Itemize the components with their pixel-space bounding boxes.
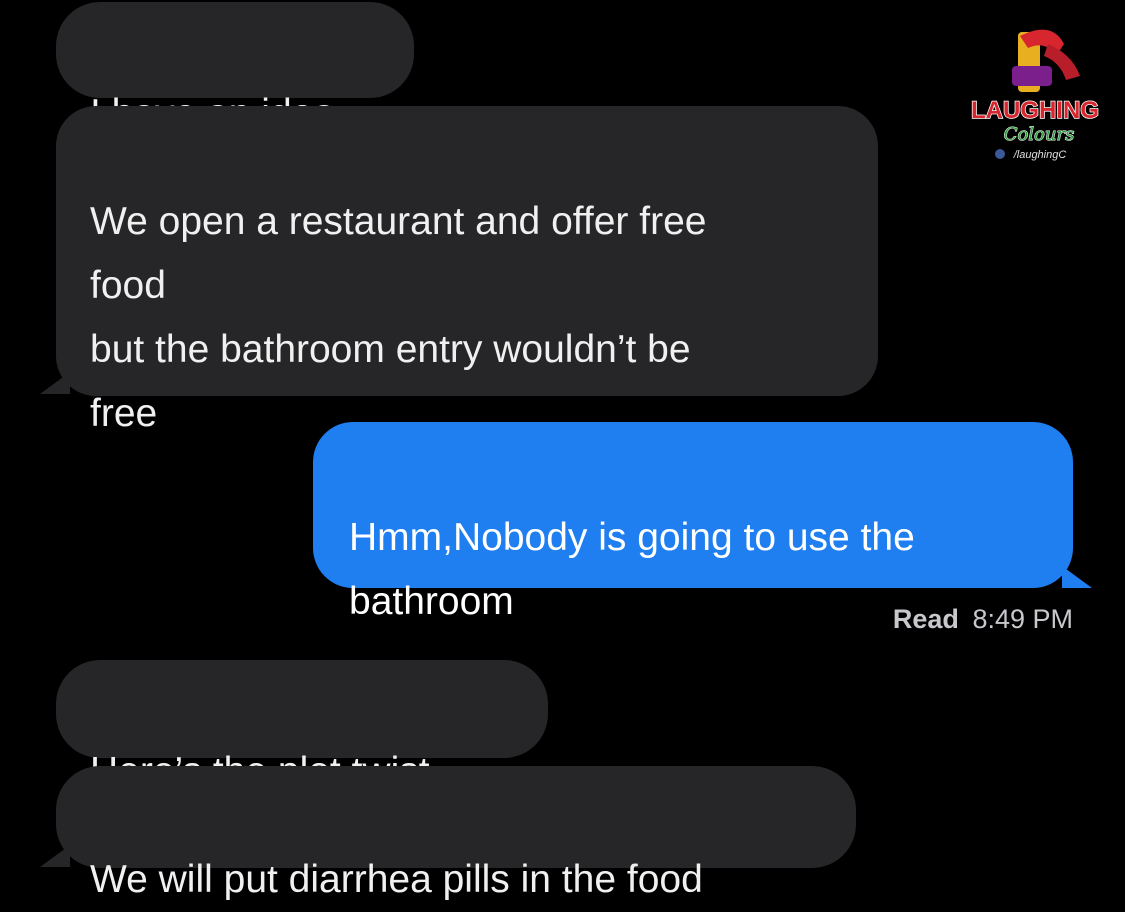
- watermark-title: LAUGHING: [971, 97, 1099, 124]
- incoming-message-bubble[interactable]: I have an idea: [56, 2, 414, 135]
- watermark-emblem-icon: LAUGHING Colours /laughingC: [970, 29, 1100, 161]
- read-time: 8:49 PM: [972, 604, 1073, 634]
- bubble-tail: [1062, 566, 1092, 588]
- read-label: Read: [892, 604, 959, 634]
- watermark-handle: /laughingC: [1013, 149, 1067, 161]
- incoming-message-bubble[interactable]: We will put diarrhea pills in the food: [56, 766, 856, 901]
- message-text: Hmm,Nobody is going to use the bathroom: [349, 516, 915, 623]
- bubble-tail: [40, 372, 70, 394]
- watermark-subtitle: Colours: [1004, 124, 1075, 145]
- message-text: We open a restaurant and offer free food…: [90, 200, 707, 435]
- message-text: We will put diarrhea pills in the food: [90, 858, 703, 901]
- incoming-message-bubble[interactable]: Here’s the plot twist: [56, 660, 548, 793]
- incoming-message-bubble[interactable]: We open a restaurant and offer free food…: [56, 106, 878, 435]
- outgoing-message-bubble[interactable]: Hmm,Nobody is going to use the bathroom: [313, 422, 1073, 623]
- read-receipt: Read 8:49 PM: [893, 604, 1073, 635]
- watermark-logo: LAUGHING Colours /laughingC: [960, 14, 1110, 164]
- bubble-tail: [40, 845, 70, 867]
